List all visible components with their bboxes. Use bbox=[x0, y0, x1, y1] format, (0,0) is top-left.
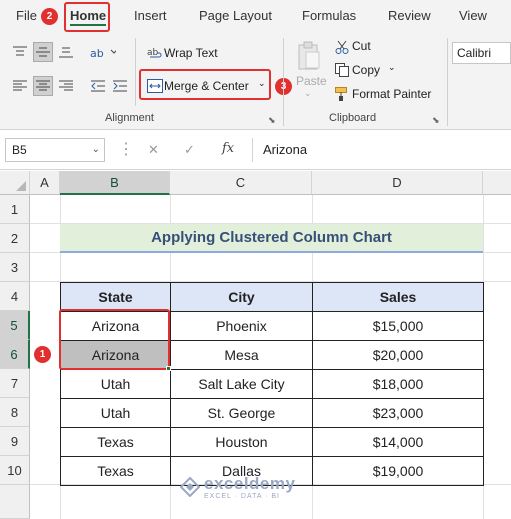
watermark: exceldemy EXCEL · DATA · BI bbox=[180, 474, 330, 504]
row-header-1[interactable]: 1 bbox=[0, 195, 30, 224]
column-header-e[interactable] bbox=[483, 171, 511, 195]
wrap-text-button[interactable]: Wrap Text bbox=[164, 46, 218, 60]
table-row: Texas Houston $14,000 bbox=[60, 427, 484, 457]
name-box-dropdown-icon[interactable]: ⌄ bbox=[92, 144, 100, 155]
cell-city[interactable]: Salt Lake City bbox=[170, 369, 313, 399]
tab-insert[interactable]: Insert bbox=[134, 8, 167, 23]
row-header-5[interactable]: 5 bbox=[0, 311, 30, 340]
merge-cells-icon bbox=[145, 76, 165, 96]
tab-view[interactable]: View bbox=[459, 8, 487, 23]
alignment-launcher-icon[interactable]: ⬊ bbox=[268, 115, 276, 126]
more-options-icon: ⋮ bbox=[118, 141, 134, 158]
format-painter-icon bbox=[332, 84, 352, 104]
copy-dropdown-icon[interactable]: ⌄ bbox=[388, 62, 396, 73]
row-header-8[interactable]: 8 bbox=[0, 398, 30, 427]
merge-center-dropdown-icon[interactable]: ⌄ bbox=[258, 78, 266, 89]
tab-formulas[interactable]: Formulas bbox=[302, 8, 356, 23]
cell-city[interactable]: Mesa bbox=[170, 340, 313, 370]
row-header-2[interactable]: 2 bbox=[0, 224, 30, 253]
header-sales[interactable]: Sales bbox=[312, 282, 484, 312]
wrap-text-icon: ab bbox=[145, 42, 165, 62]
callout-badge-2: 2 bbox=[41, 8, 58, 25]
table-header-row: State City Sales bbox=[60, 282, 484, 312]
decrease-indent-icon[interactable] bbox=[88, 76, 108, 96]
orientation-icon[interactable]: ab bbox=[88, 42, 118, 62]
cell-sales[interactable]: $19,000 bbox=[312, 456, 484, 486]
svg-text:ab: ab bbox=[90, 47, 104, 59]
row-header-3[interactable]: 3 bbox=[0, 253, 30, 282]
sheet-title-cell[interactable]: Applying Clustered Column Chart bbox=[60, 224, 483, 253]
clipboard-group-label: Clipboard bbox=[329, 112, 377, 124]
increase-indent-icon[interactable] bbox=[110, 76, 130, 96]
selection-highlight bbox=[59, 309, 170, 370]
group-divider bbox=[283, 38, 284, 126]
font-name-box[interactable]: Calibri bbox=[452, 42, 511, 64]
cell-sales[interactable]: $15,000 bbox=[312, 311, 484, 341]
row-header-4[interactable]: 4 bbox=[0, 282, 30, 311]
watermark-tagline: EXCEL · DATA · BI bbox=[204, 493, 280, 500]
name-box[interactable]: B5 ⌄ bbox=[5, 138, 105, 162]
row-header-11[interactable] bbox=[0, 485, 30, 519]
row-header-6[interactable]: 6 bbox=[0, 340, 30, 369]
fill-handle[interactable] bbox=[166, 366, 171, 371]
cell-sales[interactable]: $18,000 bbox=[312, 369, 484, 399]
cell-city[interactable]: St. George bbox=[170, 398, 313, 428]
header-city[interactable]: City bbox=[170, 282, 313, 312]
align-center-icon[interactable] bbox=[33, 76, 53, 96]
row-header-10[interactable]: 10 bbox=[0, 456, 30, 485]
cell-sales[interactable]: $14,000 bbox=[312, 427, 484, 457]
formula-bar: B5 ⌄ ⋮ ✕ ✓ fx Arizona bbox=[0, 130, 511, 170]
cell-state[interactable]: Texas bbox=[60, 427, 171, 457]
cell-state[interactable]: Texas bbox=[60, 456, 171, 486]
alignment-group-label: Alignment bbox=[105, 112, 154, 124]
exceldemy-logo-icon bbox=[180, 477, 200, 497]
align-top-icon[interactable] bbox=[10, 42, 30, 62]
tab-file[interactable]: File bbox=[16, 8, 37, 23]
cut-icon bbox=[332, 37, 352, 57]
row-header-9[interactable]: 9 bbox=[0, 427, 30, 456]
cell-state[interactable]: Utah bbox=[60, 398, 171, 428]
home-tab-highlight bbox=[64, 2, 110, 32]
formula-input[interactable]: Arizona bbox=[252, 138, 511, 162]
paste-icon[interactable] bbox=[294, 38, 324, 74]
cell-sales[interactable]: $20,000 bbox=[312, 340, 484, 370]
column-header-c[interactable]: C bbox=[170, 171, 312, 195]
cell-state[interactable]: Utah bbox=[60, 369, 171, 399]
name-box-value: B5 bbox=[12, 143, 27, 157]
format-painter-button[interactable]: Format Painter bbox=[352, 87, 431, 101]
paste-dropdown-icon[interactable]: ⌄ bbox=[304, 88, 312, 99]
align-middle-icon[interactable] bbox=[33, 42, 53, 62]
group-divider bbox=[447, 38, 448, 126]
enter-icon[interactable]: ✓ bbox=[184, 142, 195, 158]
tab-review[interactable]: Review bbox=[388, 8, 431, 23]
clipboard-launcher-icon[interactable]: ⬊ bbox=[432, 115, 440, 126]
align-bottom-icon[interactable] bbox=[56, 42, 76, 62]
header-state[interactable]: State bbox=[60, 282, 171, 312]
alignment-divider bbox=[135, 38, 136, 106]
select-all-corner[interactable] bbox=[0, 171, 30, 195]
row-header-7[interactable]: 7 bbox=[0, 369, 30, 398]
copy-button[interactable]: Copy bbox=[352, 63, 380, 77]
paste-button[interactable]: Paste bbox=[296, 74, 327, 88]
cancel-icon[interactable]: ✕ bbox=[148, 142, 159, 158]
cell-sales[interactable]: $23,000 bbox=[312, 398, 484, 428]
align-left-icon[interactable] bbox=[10, 76, 30, 96]
cell-city[interactable]: Houston bbox=[170, 427, 313, 457]
table-row: Utah St. George $23,000 bbox=[60, 398, 484, 428]
callout-badge-1: 1 bbox=[34, 346, 51, 363]
table-row: Utah Salt Lake City $18,000 bbox=[60, 369, 484, 399]
column-header-a[interactable]: A bbox=[30, 171, 60, 195]
ribbon-home: ab ab Wrap Text Merge & Center ⌄ 3 Align… bbox=[0, 32, 511, 130]
merge-center-button[interactable]: Merge & Center bbox=[164, 79, 249, 93]
column-header-d[interactable]: D bbox=[312, 171, 483, 195]
copy-icon bbox=[332, 60, 352, 80]
align-right-icon[interactable] bbox=[56, 76, 76, 96]
watermark-name: exceldemy bbox=[204, 474, 296, 493]
column-header-b[interactable]: B bbox=[60, 171, 170, 195]
insert-function-button[interactable]: fx bbox=[222, 141, 234, 156]
cut-button[interactable]: Cut bbox=[352, 39, 371, 53]
tab-page-layout[interactable]: Page Layout bbox=[199, 8, 272, 23]
cell-city[interactable]: Phoenix bbox=[170, 311, 313, 341]
